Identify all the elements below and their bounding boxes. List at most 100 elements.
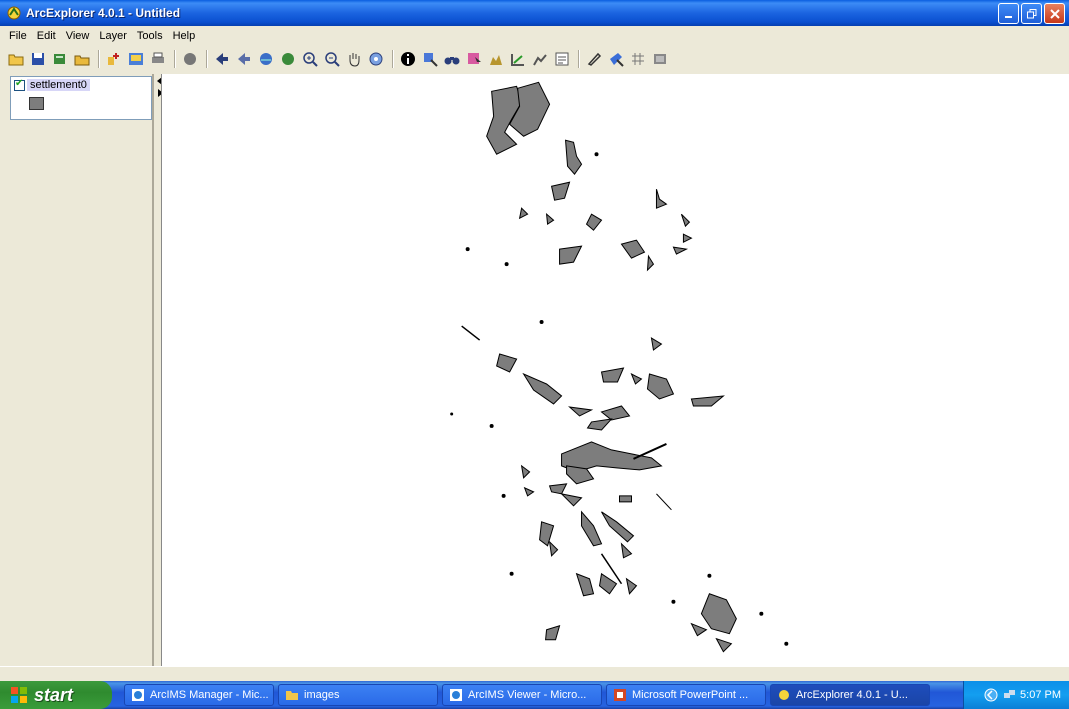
- settlement-polygon: [586, 418, 613, 431]
- settlement-polygon: [715, 637, 733, 653]
- continuous-zoom-button[interactable]: [366, 49, 386, 69]
- profile-icon: [533, 54, 547, 66]
- globe-icon: [260, 53, 272, 65]
- add-data-button[interactable]: [50, 49, 70, 69]
- settlement-polygon: [581, 510, 603, 547]
- buffer-button[interactable]: [486, 49, 506, 69]
- task-images-folder[interactable]: images: [278, 684, 438, 706]
- add-layer-button[interactable]: [104, 49, 124, 69]
- menu-edit[interactable]: Edit: [32, 30, 61, 42]
- settlement-polygon: [539, 521, 555, 547]
- settlement-polygon: [565, 139, 583, 176]
- back-arrow-tray-icon[interactable]: [984, 688, 998, 702]
- task-label: Microsoft PowerPoint ...: [632, 689, 749, 701]
- task-arcexplorer[interactable]: ArcExplorer 4.0.1 - U...: [770, 684, 930, 706]
- find-button[interactable]: [442, 49, 462, 69]
- open-button[interactable]: [6, 49, 26, 69]
- settlement-point: [465, 247, 470, 252]
- zoom-out-icon: [325, 52, 340, 67]
- settlement-polygon: [496, 353, 518, 373]
- settlement-polygon: [625, 577, 638, 595]
- back-extent-button[interactable]: [212, 49, 232, 69]
- print-button[interactable]: [148, 49, 168, 69]
- toc-layer-item[interactable]: settlement0: [10, 76, 152, 120]
- arcexplorer-icon: [7, 6, 21, 20]
- pan-button[interactable]: [344, 49, 364, 69]
- stop-button[interactable]: [180, 49, 200, 69]
- settlement-line: [461, 325, 481, 341]
- close-button[interactable]: [1044, 3, 1065, 24]
- settlement-polygon: [568, 406, 594, 417]
- minimize-button[interactable]: [998, 3, 1019, 24]
- forward-extent-button[interactable]: [234, 49, 254, 69]
- layer-symbol-swatch[interactable]: [29, 97, 44, 110]
- select-button[interactable]: [420, 49, 440, 69]
- settlement-point: [450, 412, 454, 416]
- hyperlink-button[interactable]: [606, 49, 626, 69]
- toolbar-separator: [174, 50, 176, 68]
- menu-help[interactable]: Help: [168, 30, 201, 42]
- catalog-button[interactable]: [126, 49, 146, 69]
- pencil-icon: [587, 52, 602, 66]
- close-icon: [1049, 8, 1060, 19]
- open-layer-button[interactable]: [72, 49, 92, 69]
- draw-button[interactable]: [584, 49, 604, 69]
- layer-name: settlement0: [27, 79, 90, 91]
- settlement-point: [784, 641, 789, 646]
- settlement-polygon: [682, 233, 693, 243]
- settlement-point: [759, 611, 764, 616]
- save-button[interactable]: [28, 49, 48, 69]
- window-title: ArcExplorer 4.0.1 - Untitled: [26, 6, 181, 20]
- full-extent-button[interactable]: [256, 49, 276, 69]
- start-button[interactable]: start: [0, 681, 112, 709]
- task-powerpoint[interactable]: Microsoft PowerPoint ...: [606, 684, 766, 706]
- settlement-polygon: [545, 624, 561, 641]
- map-canvas[interactable]: [162, 74, 1069, 666]
- back-arrow-icon: [238, 53, 250, 65]
- zoom-layer-button[interactable]: [278, 49, 298, 69]
- add-data-icon: [54, 54, 65, 64]
- clock[interactable]: 5:07 PM: [1020, 689, 1061, 701]
- map-display[interactable]: [161, 74, 1069, 666]
- zoom-out-button[interactable]: [322, 49, 342, 69]
- properties-button[interactable]: [552, 49, 572, 69]
- measure-icon: [511, 54, 524, 66]
- menu-file[interactable]: File: [4, 30, 32, 42]
- settlement-polygon: [575, 572, 595, 597]
- task-arcims-viewer[interactable]: ArcIMS Viewer - Micro...: [442, 684, 602, 706]
- zoom-in-button[interactable]: [300, 49, 320, 69]
- identify-button[interactable]: [398, 49, 418, 69]
- toolbar-separator: [206, 50, 208, 68]
- profile-button[interactable]: [530, 49, 550, 69]
- arcexplorer-window: ArcExplorer 4.0.1 - Untitled File Edit V…: [0, 0, 1069, 709]
- settlement-polygon: [545, 212, 555, 226]
- settlement-point: [504, 262, 509, 267]
- settlement-polygon: [598, 572, 618, 595]
- settlement-point: [489, 423, 494, 428]
- network-icon[interactable]: [1002, 688, 1016, 702]
- taskbar-tasks: ArcIMS Manager - Mic... images ArcIMS Vi…: [124, 684, 930, 706]
- settlement-polygon: [560, 493, 583, 507]
- title-bar[interactable]: ArcExplorer 4.0.1 - Untitled: [0, 0, 1069, 26]
- settlement-polygon: [690, 622, 708, 637]
- menu-layer[interactable]: Layer: [94, 30, 132, 42]
- query-button[interactable]: [464, 49, 484, 69]
- measure-button[interactable]: [508, 49, 528, 69]
- settlement-point: [509, 571, 514, 576]
- overview-button[interactable]: [650, 49, 670, 69]
- restore-button[interactable]: [1021, 3, 1042, 24]
- ie-page-icon: [450, 689, 462, 701]
- menu-tools[interactable]: Tools: [132, 30, 168, 42]
- graticule-button[interactable]: [628, 49, 648, 69]
- binoculars-icon: [444, 57, 460, 65]
- layer-visibility-checkbox[interactable]: [14, 78, 25, 91]
- task-label: ArcExplorer 4.0.1 - U...: [796, 689, 908, 701]
- task-arcims-manager[interactable]: ArcIMS Manager - Mic...: [124, 684, 274, 706]
- info-icon: [401, 52, 415, 66]
- menu-view[interactable]: View: [61, 30, 95, 42]
- query-icon: [468, 53, 481, 64]
- settlement-polygon: [548, 483, 568, 495]
- settlement-point: [707, 573, 712, 578]
- settlement-line: [656, 493, 672, 511]
- folder-icon: [74, 55, 90, 66]
